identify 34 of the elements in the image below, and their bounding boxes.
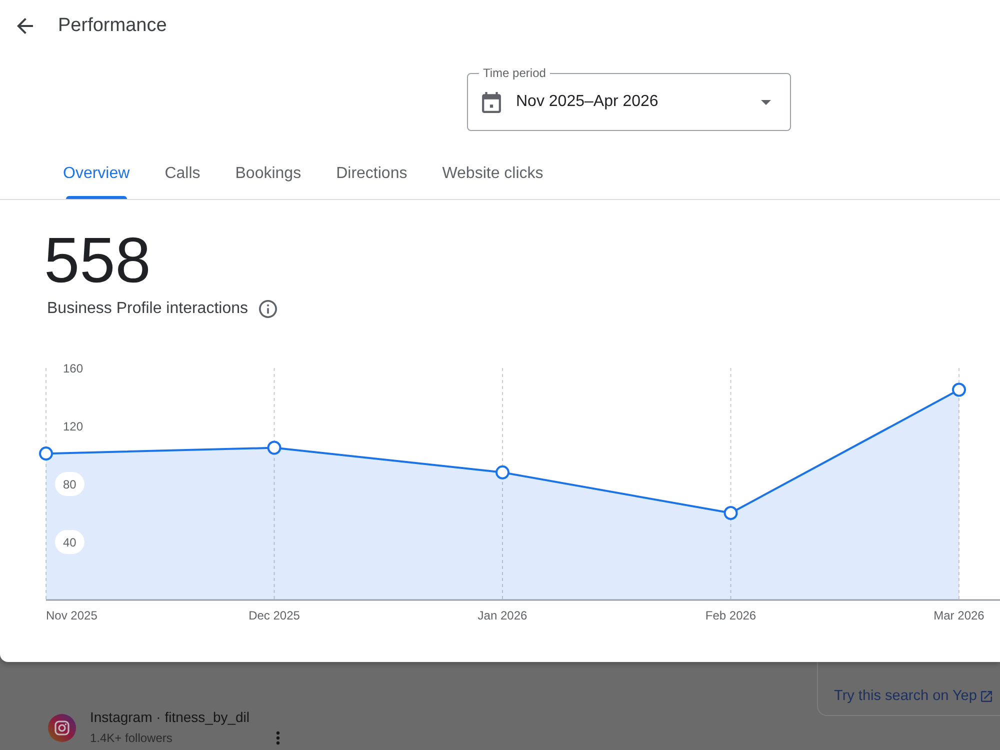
- y-axis-label: 40: [55, 530, 84, 554]
- interactions-total: 558: [44, 228, 151, 292]
- x-axis-label: Dec 2025: [248, 608, 300, 622]
- x-axis-label: Mar 2026: [934, 608, 984, 622]
- y-tick-label: 80: [63, 477, 77, 492]
- back-arrow-icon[interactable]: [17, 18, 33, 34]
- tab[interactable]: Overview: [46, 148, 148, 199]
- data-point[interactable]: [267, 440, 282, 455]
- tab[interactable]: Website clicks: [424, 148, 561, 199]
- more-options-icon[interactable]: [276, 731, 280, 745]
- tab[interactable]: Bookings: [218, 148, 319, 199]
- data-point[interactable]: [496, 465, 510, 480]
- data-point[interactable]: [724, 506, 738, 520]
- external-link-icon: [980, 690, 992, 702]
- tab[interactable]: Calls: [147, 148, 218, 199]
- y-axis-label: 120: [63, 419, 84, 434]
- caret-icon: [761, 100, 771, 104]
- x-axis-label: Jan 2026: [478, 608, 528, 622]
- page-title: Performance: [58, 15, 167, 37]
- camera-logo-icon: [48, 714, 76, 742]
- data-point[interactable]: [39, 446, 53, 461]
- y-tick-label: 40: [63, 535, 77, 550]
- y-axis-label: 80: [55, 472, 84, 496]
- calendar-icon: [482, 92, 501, 112]
- metric-label: Business Profile interactions: [47, 299, 248, 319]
- x-axis-label: Nov 2025: [46, 608, 98, 622]
- x-axis-label: Feb 2026: [705, 608, 756, 622]
- tab[interactable]: Directions: [318, 148, 425, 199]
- data-point[interactable]: [952, 382, 966, 397]
- info-icon[interactable]: [258, 300, 277, 318]
- y-axis-label: 160: [63, 361, 84, 376]
- result-title[interactable]: Instagram · fitness_by_dil: [90, 708, 270, 726]
- time-period-dropdown[interactable]: Time period Nov 2025–Apr 2026: [467, 65, 791, 131]
- follower-count: 1.4K+ followers: [90, 730, 174, 746]
